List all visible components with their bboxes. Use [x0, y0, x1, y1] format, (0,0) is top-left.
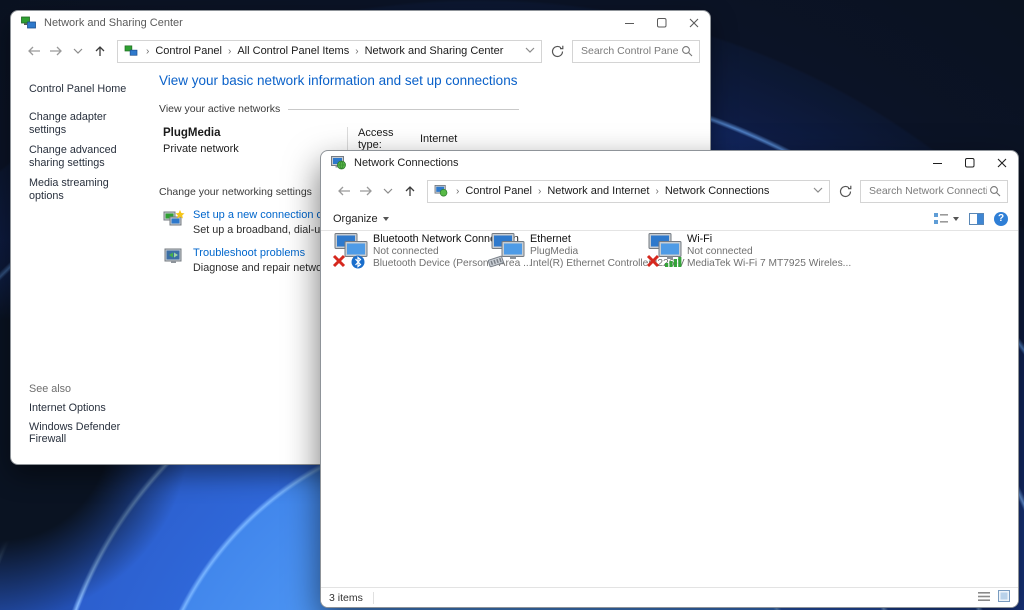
sidebar-item-control-panel-home[interactable]: Control Panel Home: [29, 83, 149, 95]
up-icon[interactable]: [399, 180, 421, 202]
connection-name: Wi-Fi: [687, 233, 851, 245]
wifi-connection-icon: [645, 233, 685, 269]
details-view-icon[interactable]: [978, 591, 990, 605]
sidebar-item-change-advanced-sharing-settings[interactable]: Change advanced sharing settings: [29, 144, 137, 170]
breadcrumb-network-connections[interactable]: Network Connections: [663, 185, 772, 197]
network-sharing-center-icon: [124, 45, 138, 57]
see-also-section: See also Internet Options Windows Defend…: [29, 383, 149, 452]
breadcrumb-separator: ›: [142, 46, 153, 57]
networking-settings-label: Change your networking settings: [159, 186, 312, 198]
up-icon[interactable]: [89, 40, 111, 62]
search-box[interactable]: [572, 40, 700, 63]
back-icon[interactable]: [23, 40, 45, 62]
recent-locations-chevron-icon[interactable]: [67, 40, 89, 62]
close-button[interactable]: [678, 11, 710, 35]
organize-label: Organize: [333, 213, 378, 225]
change-view-button[interactable]: [934, 213, 959, 225]
breadcrumb-all-control-panel-items[interactable]: All Control Panel Items: [235, 45, 351, 57]
access-type-label: Access type:: [358, 127, 420, 151]
organize-button[interactable]: Organize: [333, 213, 389, 225]
sidebar-item-change-adapter-settings[interactable]: Change adapter settings: [29, 111, 137, 137]
connections-list: Bluetooth Network Connection Not connect…: [321, 229, 1018, 587]
help-glyph: ?: [998, 213, 1004, 224]
network-connections-window[interactable]: Network Connections: [320, 150, 1019, 608]
address-dropdown-icon[interactable]: [813, 185, 823, 197]
forward-icon[interactable]: [45, 40, 67, 62]
chevron-down-icon: [383, 217, 389, 221]
window-title: Network and Sharing Center: [44, 17, 183, 29]
bluetooth-connection-icon: [331, 233, 371, 269]
refresh-icon[interactable]: [546, 40, 568, 62]
navigation-bar: › Control Panel › Network and Internet ›…: [321, 175, 1018, 207]
new-connection-icon: [163, 209, 185, 229]
network-name: PlugMedia: [163, 127, 347, 139]
maximize-button[interactable]: [646, 11, 678, 35]
search-input[interactable]: [867, 184, 989, 198]
recent-locations-chevron-icon[interactable]: [377, 180, 399, 202]
network-sharing-center-icon: [21, 16, 36, 30]
bluetooth-connection-item[interactable]: Bluetooth Network Connection Not connect…: [331, 233, 487, 270]
breadcrumb-separator: ›: [452, 186, 463, 197]
wifi-connection-item[interactable]: Wi-Fi Not connected MediaTek Wi-Fi 7 MT7…: [645, 233, 801, 270]
breadcrumb-control-panel[interactable]: Control Panel: [463, 185, 534, 197]
connection-status: Not connected: [687, 246, 851, 258]
preview-pane-button[interactable]: [969, 213, 984, 225]
connection-device: MediaTek Wi-Fi 7 MT7925 Wireles...: [687, 258, 851, 270]
titlebar[interactable]: Network and Sharing Center: [11, 11, 710, 35]
breadcrumb-separator: ›: [651, 186, 662, 197]
minimize-button[interactable]: [614, 11, 646, 35]
breadcrumb-separator: ›: [534, 186, 545, 197]
search-icon: [989, 185, 1001, 197]
breadcrumb-separator: ›: [351, 46, 362, 57]
large-icons-view-icon[interactable]: [998, 590, 1010, 605]
network-connections-icon: [434, 185, 448, 197]
status-divider: [373, 592, 374, 604]
breadcrumb-control-panel[interactable]: Control Panel: [153, 45, 224, 57]
active-networks-section-header: View your active networks: [159, 103, 519, 115]
desktop-wallpaper: Network and Sharing Center: [0, 0, 1024, 610]
network-profile: Private network: [163, 143, 347, 155]
sidebar-item-media-streaming-options[interactable]: Media streaming options: [29, 177, 137, 203]
breadcrumb-separator: ›: [224, 46, 235, 57]
window-title: Network Connections: [354, 157, 459, 169]
sidebar-item-windows-defender-firewall[interactable]: Windows Defender Firewall: [29, 421, 149, 445]
forward-icon[interactable]: [355, 180, 377, 202]
control-panel-sidebar: Control Panel Home Change adapter settin…: [11, 69, 149, 464]
sidebar-item-internet-options[interactable]: Internet Options: [29, 402, 149, 414]
address-bar[interactable]: › Control Panel › All Control Panel Item…: [117, 40, 542, 63]
network-connections-icon: [331, 156, 346, 170]
back-icon[interactable]: [333, 180, 355, 202]
address-bar[interactable]: › Control Panel › Network and Internet ›…: [427, 180, 830, 203]
search-input[interactable]: [579, 44, 681, 58]
help-button[interactable]: ?: [994, 212, 1008, 226]
breadcrumb-network-and-sharing-center[interactable]: Network and Sharing Center: [363, 45, 506, 57]
see-also-label: See also: [29, 383, 149, 395]
navigation-bar: › Control Panel › All Control Panel Item…: [11, 35, 710, 67]
status-bar: 3 items: [321, 587, 1018, 607]
maximize-button[interactable]: [954, 151, 986, 175]
close-button[interactable]: [986, 151, 1018, 175]
troubleshoot-icon: [163, 247, 185, 267]
chevron-down-icon: [953, 217, 959, 221]
titlebar[interactable]: Network Connections: [321, 151, 1018, 175]
page-title: View your basic network information and …: [159, 73, 710, 88]
search-box[interactable]: [860, 180, 1008, 203]
breadcrumb-network-and-internet[interactable]: Network and Internet: [545, 185, 651, 197]
refresh-icon[interactable]: [834, 180, 856, 202]
ethernet-connection-icon: [488, 233, 528, 269]
command-toolbar: Organize ?: [321, 207, 1018, 231]
address-dropdown-icon[interactable]: [525, 45, 535, 57]
search-icon: [681, 45, 693, 57]
items-count: 3 items: [329, 592, 373, 604]
minimize-button[interactable]: [922, 151, 954, 175]
ethernet-connection-item[interactable]: Ethernet PlugMedia Intel(R) Ethernet Con…: [488, 233, 644, 270]
section-rule: [288, 109, 519, 110]
active-networks-label: View your active networks: [159, 103, 280, 115]
access-type-value: Internet: [420, 133, 457, 145]
